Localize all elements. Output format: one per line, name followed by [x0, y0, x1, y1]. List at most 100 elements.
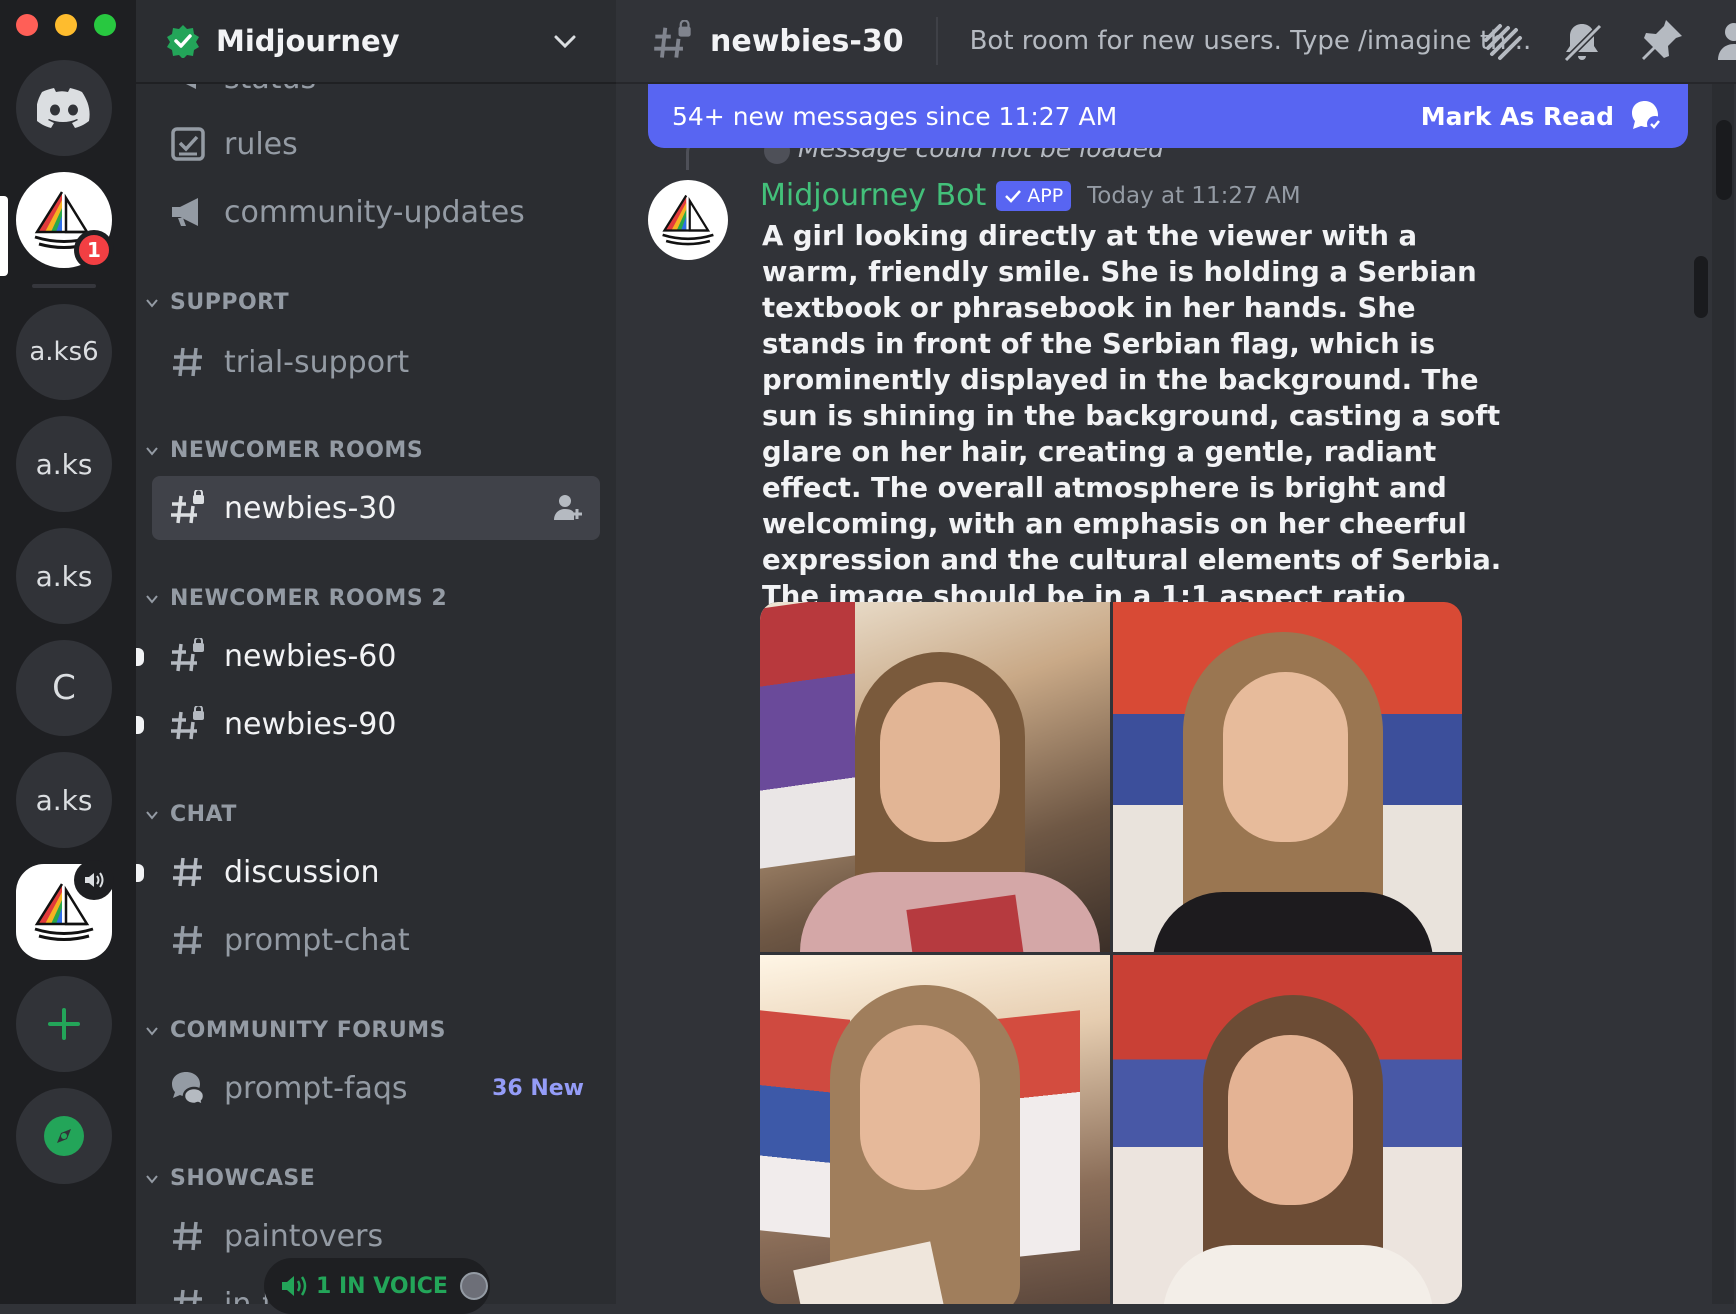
app-tag: APP	[996, 180, 1072, 211]
server-a-ks-3[interactable]: a.ks	[16, 752, 112, 848]
shirt-shape	[1162, 1244, 1433, 1304]
guild-name: Midjourney	[216, 24, 400, 58]
channel-label: rules	[224, 126, 298, 162]
channel-discussion[interactable]: discussion	[152, 840, 600, 904]
threads-icon[interactable]	[1478, 18, 1526, 66]
mention-badge: 1	[74, 230, 114, 270]
mark-as-read-label: Mark As Read	[1420, 101, 1614, 131]
server-a-ks-2[interactable]: a.ks	[16, 528, 112, 624]
generated-image-2[interactable]	[1112, 602, 1462, 952]
chevron-down-icon	[146, 810, 158, 820]
channel-community-updates[interactable]: community-updates	[152, 180, 600, 244]
category-label: SUPPORT	[170, 290, 290, 315]
chevron-down-icon[interactable]	[552, 28, 578, 54]
new-posts-count: 36 New	[492, 1075, 584, 1101]
channel-sidebar: Midjourney status rules community-update…	[136, 0, 616, 1304]
window-minimize-button[interactable]	[55, 14, 77, 36]
invite-member-icon[interactable]	[552, 492, 584, 524]
chevron-down-icon	[146, 446, 158, 456]
channel-newbies-30[interactable]: newbies-30	[152, 476, 600, 540]
chevron-down-icon	[146, 1174, 158, 1184]
scrollbar-thumb[interactable]	[1716, 120, 1732, 200]
new-messages-text: 54+ new messages since 11:27 AM	[672, 101, 1118, 131]
channel-label: discussion	[224, 854, 380, 890]
server-rail: 1 a.ks6 a.ks a.ks C a.ks	[0, 0, 136, 1304]
chat-area: newbies-30 Bot room for new users. Type …	[616, 0, 1736, 1304]
message-header: Midjourney Bot APP Today at 11:27 AM	[760, 178, 1301, 213]
server-c[interactable]: C	[16, 640, 112, 736]
new-messages-banner[interactable]: 54+ new messages since 11:27 AM Mark As …	[648, 84, 1688, 148]
server-midjourney-voice[interactable]	[16, 860, 114, 960]
speaker-icon	[282, 1276, 307, 1296]
forum-icon	[168, 1068, 208, 1108]
voice-user-avatar	[459, 1272, 488, 1300]
locked-hash-icon	[168, 488, 208, 528]
channel-topic[interactable]: Bot room for new users. Type /imagine th…	[970, 26, 1532, 56]
mute-icon[interactable]	[1558, 18, 1606, 66]
channel-header: newbies-30 Bot room for new users. Type …	[616, 0, 1736, 84]
message-content: A girl looking directly at the viewer wi…	[762, 220, 1502, 612]
category-community-forums[interactable]: COMMUNITY FORUMS	[144, 1018, 446, 1043]
locked-hash-icon	[168, 636, 208, 676]
voice-status-badge	[74, 860, 114, 900]
rail-separator	[32, 284, 96, 288]
message-author[interactable]: Midjourney Bot	[760, 178, 986, 213]
category-newcomer-rooms-2[interactable]: NEWCOMER ROOMS 2	[144, 586, 447, 611]
generated-image-1[interactable]	[760, 602, 1110, 952]
face-shape	[1222, 672, 1348, 842]
message-scroll-thumb[interactable]	[1694, 256, 1708, 318]
window-close-button[interactable]	[16, 14, 38, 36]
explore-servers-button[interactable]	[16, 1088, 112, 1184]
hash-icon	[168, 852, 208, 892]
message-timestamp: Today at 11:27 AM	[1087, 182, 1301, 209]
category-label: NEWCOMER ROOMS 2	[170, 586, 448, 611]
unread-indicator	[136, 648, 144, 666]
channel-newbies-60[interactable]: newbies-60	[152, 624, 600, 688]
channel-rules[interactable]: rules	[152, 112, 600, 176]
add-server-button[interactable]	[16, 976, 112, 1072]
members-icon[interactable]	[1716, 18, 1736, 66]
channel-label: prompt-faqs	[224, 1070, 408, 1106]
channel-label: trial-support	[224, 344, 410, 380]
channel-label: paintovers	[224, 1218, 384, 1254]
locked-hash-icon	[654, 20, 691, 58]
shirt-shape	[1152, 892, 1433, 952]
mark-as-read-button[interactable]: Mark As Read	[1421, 99, 1664, 133]
window-zoom-button[interactable]	[94, 14, 116, 36]
mark-read-icon	[1632, 101, 1663, 132]
channel-label: newbies-60	[224, 638, 397, 674]
hash-icon	[168, 920, 208, 960]
selected-server-pill	[0, 196, 8, 276]
discord-home-button[interactable]	[16, 60, 112, 156]
megaphone-icon	[168, 192, 208, 232]
hash-icon	[168, 342, 208, 382]
category-showcase[interactable]: SHOWCASE	[144, 1166, 315, 1191]
chevron-down-icon	[146, 298, 158, 308]
server-a-ks-1[interactable]: a.ks	[16, 416, 112, 512]
generated-image-4[interactable]	[1112, 954, 1462, 1304]
channel-prompt-chat[interactable]: prompt-chat	[152, 908, 600, 972]
category-chat[interactable]: CHAT	[144, 802, 237, 827]
voice-indicator[interactable]: 1 IN VOICE	[264, 1258, 490, 1314]
category-support[interactable]: SUPPORT	[144, 290, 289, 315]
server-a-ks6[interactable]: a.ks6	[16, 304, 112, 400]
face-shape	[880, 682, 1000, 842]
image-grid[interactable]	[760, 602, 1462, 1304]
category-newcomer-rooms[interactable]: NEWCOMER ROOMS	[144, 438, 423, 463]
generated-image-3[interactable]	[760, 954, 1110, 1304]
channel-newbies-90[interactable]: newbies-90	[152, 692, 600, 756]
checkbox-icon	[168, 124, 208, 164]
guild-header[interactable]: Midjourney	[136, 0, 616, 84]
category-label: CHAT	[170, 802, 237, 827]
scrollbar-track[interactable]	[1712, 84, 1734, 1304]
checkmark-icon	[1005, 189, 1022, 203]
channel-trial-support[interactable]: trial-support	[152, 330, 600, 394]
bot-avatar[interactable]	[648, 180, 728, 260]
category-label: SHOWCASE	[170, 1166, 316, 1191]
channel-prompt-faqs[interactable]: prompt-faqs 36 New	[152, 1056, 600, 1120]
hash-icon	[168, 1284, 208, 1304]
pin-icon[interactable]	[1638, 16, 1686, 64]
unread-indicator	[136, 716, 144, 734]
server-midjourney[interactable]: 1	[16, 172, 114, 270]
channel-label: newbies-30	[224, 490, 397, 526]
